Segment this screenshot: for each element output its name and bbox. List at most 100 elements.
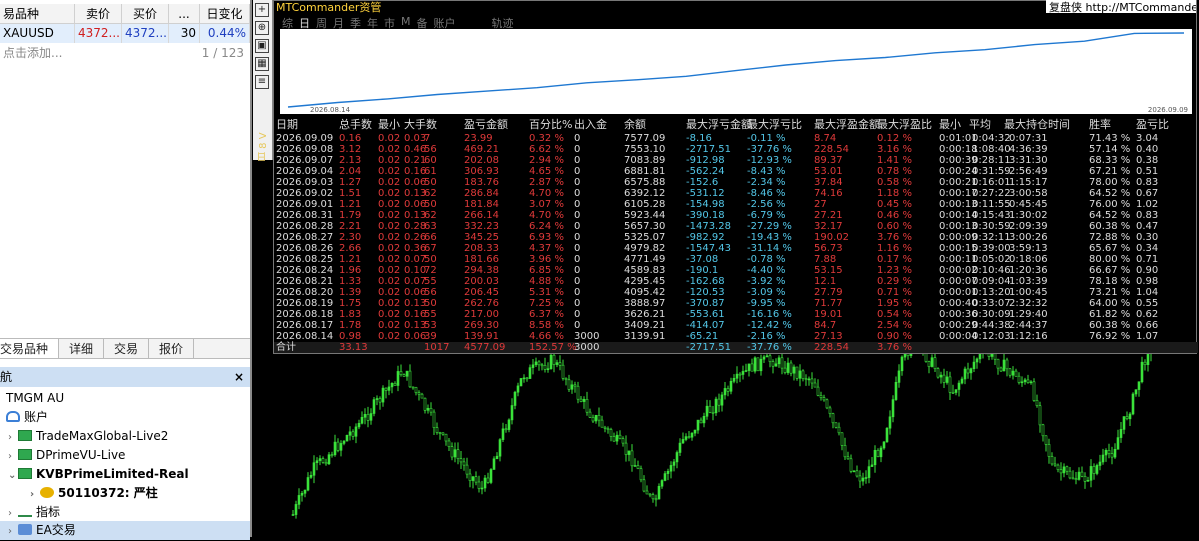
stats-cell: 0 (574, 210, 581, 221)
stats-total-row[interactable]: 合计 33.13 1017 4577.09 152.57 % 3000 -2717.51 -3… (274, 342, 1198, 353)
tab-symbols[interactable]: 交易品种 (0, 339, 60, 358)
stats-col-header[interactable]: 胜率 (1089, 119, 1111, 130)
candle-body (960, 378, 964, 384)
tree-server-kvb[interactable]: ⌄ KVBPrimeLimited-Real (0, 465, 250, 484)
stats-row[interactable]: 2026.08.14 0.98 0.02 0.06 39 139.91 4.66 % 3000… (274, 331, 1198, 342)
stats-row[interactable]: 2026.08.21 1.33 0.02 0.07 55 200.03 4.88 % 0 429… (274, 276, 1198, 287)
tab-details[interactable]: 详细 (59, 339, 105, 358)
chevron-right-icon[interactable]: › (30, 485, 40, 504)
stats-row[interactable]: 2026.08.19 1.75 0.02 0.13 50 262.76 7.25 % 0 388… (274, 298, 1198, 309)
stats-col-header[interactable]: 总手数 (339, 119, 372, 130)
stats-row[interactable]: 2026.08.25 1.21 0.02 0.07 50 181.66 3.96 % 0 477… (274, 254, 1198, 265)
stats-row[interactable]: 2026.09.08 3.12 0.02 0.46 56 469.21 6.62 % 0 755… (274, 144, 1198, 155)
stats-col-header[interactable]: 盈亏金额 (464, 119, 508, 130)
stats-cell: 139.91 (464, 331, 499, 342)
market-watch-row-xauusd[interactable]: XAUUSD 4372... 4372... 30 0.44% (0, 24, 250, 43)
candle-body (846, 456, 850, 460)
stats-row[interactable]: 2026.08.20 1.39 0.02 0.06 56 206.45 5.31 % 0 409… (274, 287, 1198, 298)
chevron-right-icon[interactable]: › (8, 428, 18, 447)
stats-col-header[interactable]: 出入金 (574, 119, 607, 130)
candle-body (678, 442, 682, 453)
col-bid[interactable]: 卖价 (75, 4, 122, 23)
stats-col-header[interactable]: 最小 (939, 119, 961, 130)
candle-body (582, 398, 586, 402)
stats-cell: 0.71 (1136, 254, 1159, 265)
stats-col-header[interactable]: 日期 (276, 119, 298, 130)
stats-row[interactable]: 2026.09.09 0.16 0.02 0.03 7 23.99 0.32 % 0 7577.… (274, 133, 1198, 144)
stats-col-header[interactable]: 最大持仓时间 (1004, 119, 1070, 130)
zoom-icon[interactable]: ⊕ (255, 21, 269, 35)
stats-cell: 2026.09.04 (276, 166, 334, 177)
candle-body (516, 385, 520, 393)
stats-row[interactable]: 2026.08.26 2.66 0.02 0.36 67 208.33 4.37 % 0 497… (274, 243, 1198, 254)
stats-cell: 3:31:30 (1009, 155, 1048, 166)
tree-server-tradermax[interactable]: › TradeMaxGlobal-Live2 (0, 427, 250, 446)
list-icon[interactable]: ≡ (255, 75, 269, 89)
stats-row[interactable]: 2026.08.17 1.78 0.02 0.13 53 269.30 8.58 % 0 340… (274, 320, 1198, 331)
candle-body (474, 476, 478, 483)
col-spread[interactable]: ... (169, 4, 200, 23)
stats-col-header[interactable]: 大手数 (404, 119, 437, 130)
candle-body (375, 398, 379, 400)
stats-cell: 2:56:49 (1009, 166, 1048, 177)
candle-body (807, 378, 811, 381)
stats-col-header[interactable]: 最小 (378, 119, 400, 130)
candle-body (780, 357, 784, 369)
stats-col-header[interactable]: 平均 (969, 119, 991, 130)
candle-body (996, 358, 1000, 369)
candle-body (513, 391, 517, 406)
chevron-down-icon[interactable]: ⌄ (8, 466, 18, 485)
stats-col-header[interactable]: 百分比% (529, 119, 572, 130)
stats-col-header[interactable]: 最大浮盈金额 (814, 119, 880, 130)
candle-body (879, 447, 883, 458)
stats-row[interactable]: 2026.08.24 1.96 0.02 0.10 72 294.38 6.85 % 0 458… (274, 265, 1198, 276)
stats-cell: 60.38 % (1089, 320, 1131, 331)
tree-expert-advisors[interactable]: › EA交易 (0, 521, 250, 540)
vertical-tab[interactable]: 日 8 V (256, 122, 270, 162)
stats-row[interactable]: 2026.09.03 1.27 0.02 0.06 50 183.76 2.87 % 0 657… (274, 177, 1198, 188)
stats-cell: 4:36:39 (1009, 144, 1048, 155)
stats-col-header[interactable]: 最大浮亏金额 (686, 119, 752, 130)
col-ask[interactable]: 买价 (122, 4, 169, 23)
stats-cell: 0.16 (404, 309, 427, 320)
tree-account-login[interactable]: › 50110372: 严柱 (0, 484, 250, 503)
tree-broker[interactable]: TMGM AU (0, 389, 250, 408)
stats-cell: 1.04 (1136, 287, 1159, 298)
candle-body (579, 398, 583, 402)
panel-top-link[interactable]: 复盘侠 http://MTCommander (1046, 0, 1196, 13)
candle-body (435, 427, 439, 433)
server-label: DPrimeVU-Live (36, 448, 126, 462)
stats-row[interactable]: 2026.09.02 1.51 0.02 0.13 62 286.84 4.70 % 0 639… (274, 188, 1198, 199)
add-symbol-row[interactable]: 点击添加... 1 / 123 (0, 44, 250, 62)
camera-icon[interactable]: ▣ (255, 39, 269, 53)
stats-cell: 0.40 (1136, 144, 1159, 155)
stats-col-header[interactable]: 最大浮亏比 (747, 119, 802, 130)
stats-row[interactable]: 2026.08.18 1.83 0.02 0.16 55 217.00 6.37 % 0 362… (274, 309, 1198, 320)
stats-row[interactable]: 2026.08.31 1.79 0.02 0.13 62 266.14 4.70 % 0 592… (274, 210, 1198, 221)
col-change[interactable]: 日变化 (200, 4, 250, 23)
tree-indicators[interactable]: › 指标 (0, 503, 250, 522)
stats-cell: 0.29 % (877, 276, 912, 287)
stats-row[interactable]: 2026.08.28 2.21 0.02 0.28 63 332.23 6.24 % 0 565… (274, 221, 1198, 232)
candle-body (627, 450, 631, 455)
chevron-right-icon[interactable]: › (8, 522, 18, 541)
crosshair-icon[interactable]: + (255, 3, 269, 17)
tab-ticks[interactable]: 报价 (149, 339, 195, 358)
stats-cell: 0:07:31 (1009, 133, 1048, 144)
candle-body (1089, 466, 1093, 481)
stats-row[interactable]: 2026.09.07 2.13 0.02 0.21 60 202.08 2.94 % 0 708… (274, 155, 1198, 166)
chevron-right-icon[interactable]: › (8, 447, 18, 466)
grid-icon[interactable]: ▦ (255, 57, 269, 71)
stats-row[interactable]: 2026.08.27 2.30 0.02 0.26 66 345.25 6.93 % 0 532… (274, 232, 1198, 243)
close-icon[interactable]: × (234, 367, 244, 387)
stats-row[interactable]: 2026.09.04 2.04 0.02 0.16 61 306.93 4.65 % 0 688… (274, 166, 1198, 177)
tree-server-dprime[interactable]: › DPrimeVU-Live (0, 446, 250, 465)
stats-col-header[interactable]: 最大浮盈比 (877, 119, 932, 130)
stats-row[interactable]: 2026.09.01 1.21 0.02 0.06 50 181.84 3.07 % 0 610… (274, 199, 1198, 210)
stats-cell: 33.13 (339, 342, 368, 353)
tree-accounts[interactable]: 账户 (0, 408, 250, 427)
col-symbol[interactable]: 易品种 (0, 4, 75, 23)
tab-trading[interactable]: 交易 (104, 339, 150, 358)
stats-col-header[interactable]: 余额 (624, 119, 646, 130)
stats-col-header[interactable]: 盈亏比 (1136, 119, 1169, 130)
